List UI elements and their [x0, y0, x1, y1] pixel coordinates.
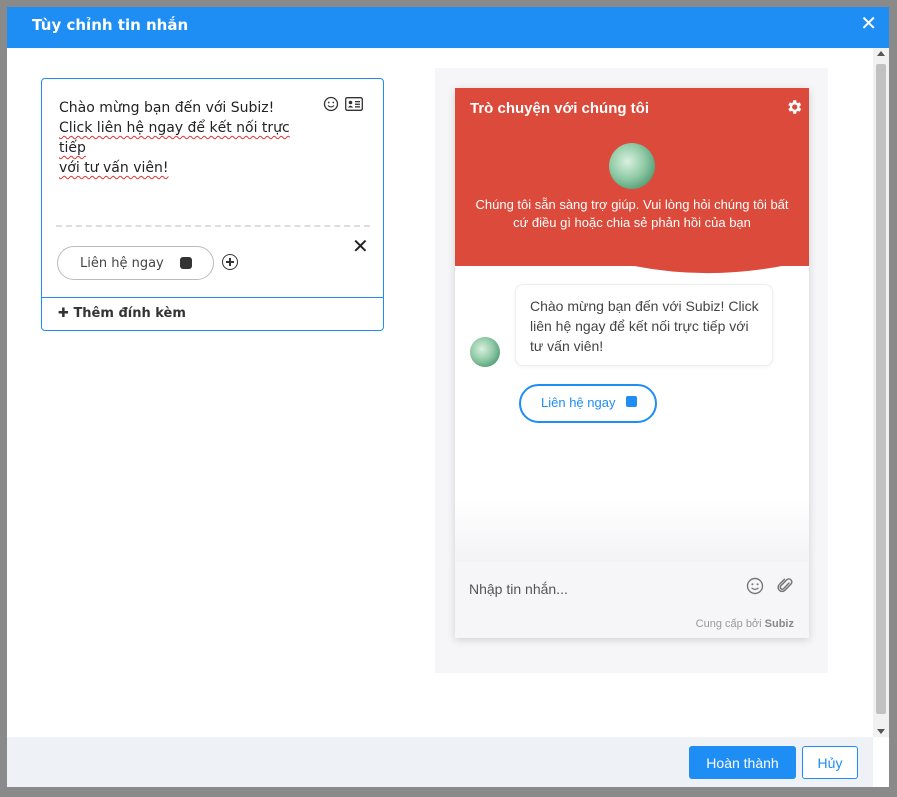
remove-button-icon[interactable]: ✕	[352, 234, 369, 259]
add-attachment-row[interactable]: ✚ Thêm đính kèm	[42, 297, 383, 331]
scrollbar-thumb[interactable]	[876, 64, 886, 714]
plus-icon: ✚	[58, 306, 69, 321]
editor-line-3: với tư vấn viên!	[59, 160, 169, 176]
scroll-down-icon[interactable]	[877, 729, 885, 734]
message-text: Chào mừng bạn đến với Subiz! Click liên …	[530, 298, 759, 354]
widget-description: Chúng tôi sẵn sàng trợ giúp. Vui lòng hỏ…	[475, 197, 789, 230]
chat-widget-preview: Trò chuyện với chúng tôi Chúng tôi sẵn s…	[455, 88, 809, 638]
paperclip-icon[interactable]	[777, 576, 793, 594]
add-attachment-label: Thêm đính kèm	[73, 306, 186, 321]
powered-by: Cung cấp bởi Subiz	[695, 618, 794, 630]
cancel-button[interactable]: Hủy	[802, 746, 858, 779]
modal-footer: Hoàn thành Hủy	[7, 737, 873, 787]
customize-message-modal: Tùy chỉnh tin nhắn ✕ Chào mừng bạn đến v…	[7, 7, 889, 787]
message-input-bar: Cung cấp bởi Subiz	[455, 562, 809, 638]
contact-now-label: Liên hệ ngay	[80, 256, 164, 271]
editor-textarea[interactable]: Chào mừng bạn đến với Subiz! Click liên …	[59, 98, 299, 178]
modal-header: Tùy chỉnh tin nhắn ✕	[7, 7, 889, 48]
contact-now-button[interactable]: Liên hệ ngay	[519, 384, 657, 423]
gear-icon[interactable]	[785, 98, 803, 116]
powered-by-brand: Subiz	[764, 618, 794, 630]
message-area-fade	[455, 498, 809, 562]
editor-line-1: Chào mừng bạn đến với Subiz!	[59, 100, 275, 116]
phone-icon	[626, 396, 637, 407]
divider	[56, 225, 370, 227]
modal-title: Tùy chỉnh tin nhắn	[32, 16, 189, 34]
header-wave	[455, 238, 809, 274]
message-avatar	[470, 337, 500, 367]
add-attachment-button[interactable]: ✚ Thêm đính kèm	[58, 306, 186, 321]
message-editor: Chào mừng bạn đến với Subiz! Click liên …	[41, 78, 384, 331]
contact-now-button-editor[interactable]: Liên hệ ngay	[57, 246, 214, 280]
scroll-up-icon[interactable]	[877, 51, 885, 56]
editor-line-2: Click liên hệ ngay để kết nối trực tiếp	[59, 120, 290, 156]
complete-button[interactable]: Hoàn thành	[689, 746, 796, 779]
emoji-icon[interactable]	[746, 577, 764, 595]
message-input[interactable]	[467, 580, 731, 598]
phone-icon	[180, 257, 192, 269]
scrollbar[interactable]	[873, 48, 889, 737]
contact-card-icon[interactable]	[345, 97, 363, 111]
contact-now-label: Liên hệ ngay	[541, 395, 616, 410]
message-bubble: Chào mừng bạn đến với Subiz! Click liên …	[515, 284, 773, 366]
close-icon[interactable]: ✕	[860, 11, 877, 36]
add-circle-icon[interactable]	[222, 254, 238, 270]
widget-title: Trò chuyện với chúng tôi	[470, 100, 650, 117]
emoji-icon[interactable]	[323, 96, 339, 112]
agent-avatar	[609, 143, 655, 189]
